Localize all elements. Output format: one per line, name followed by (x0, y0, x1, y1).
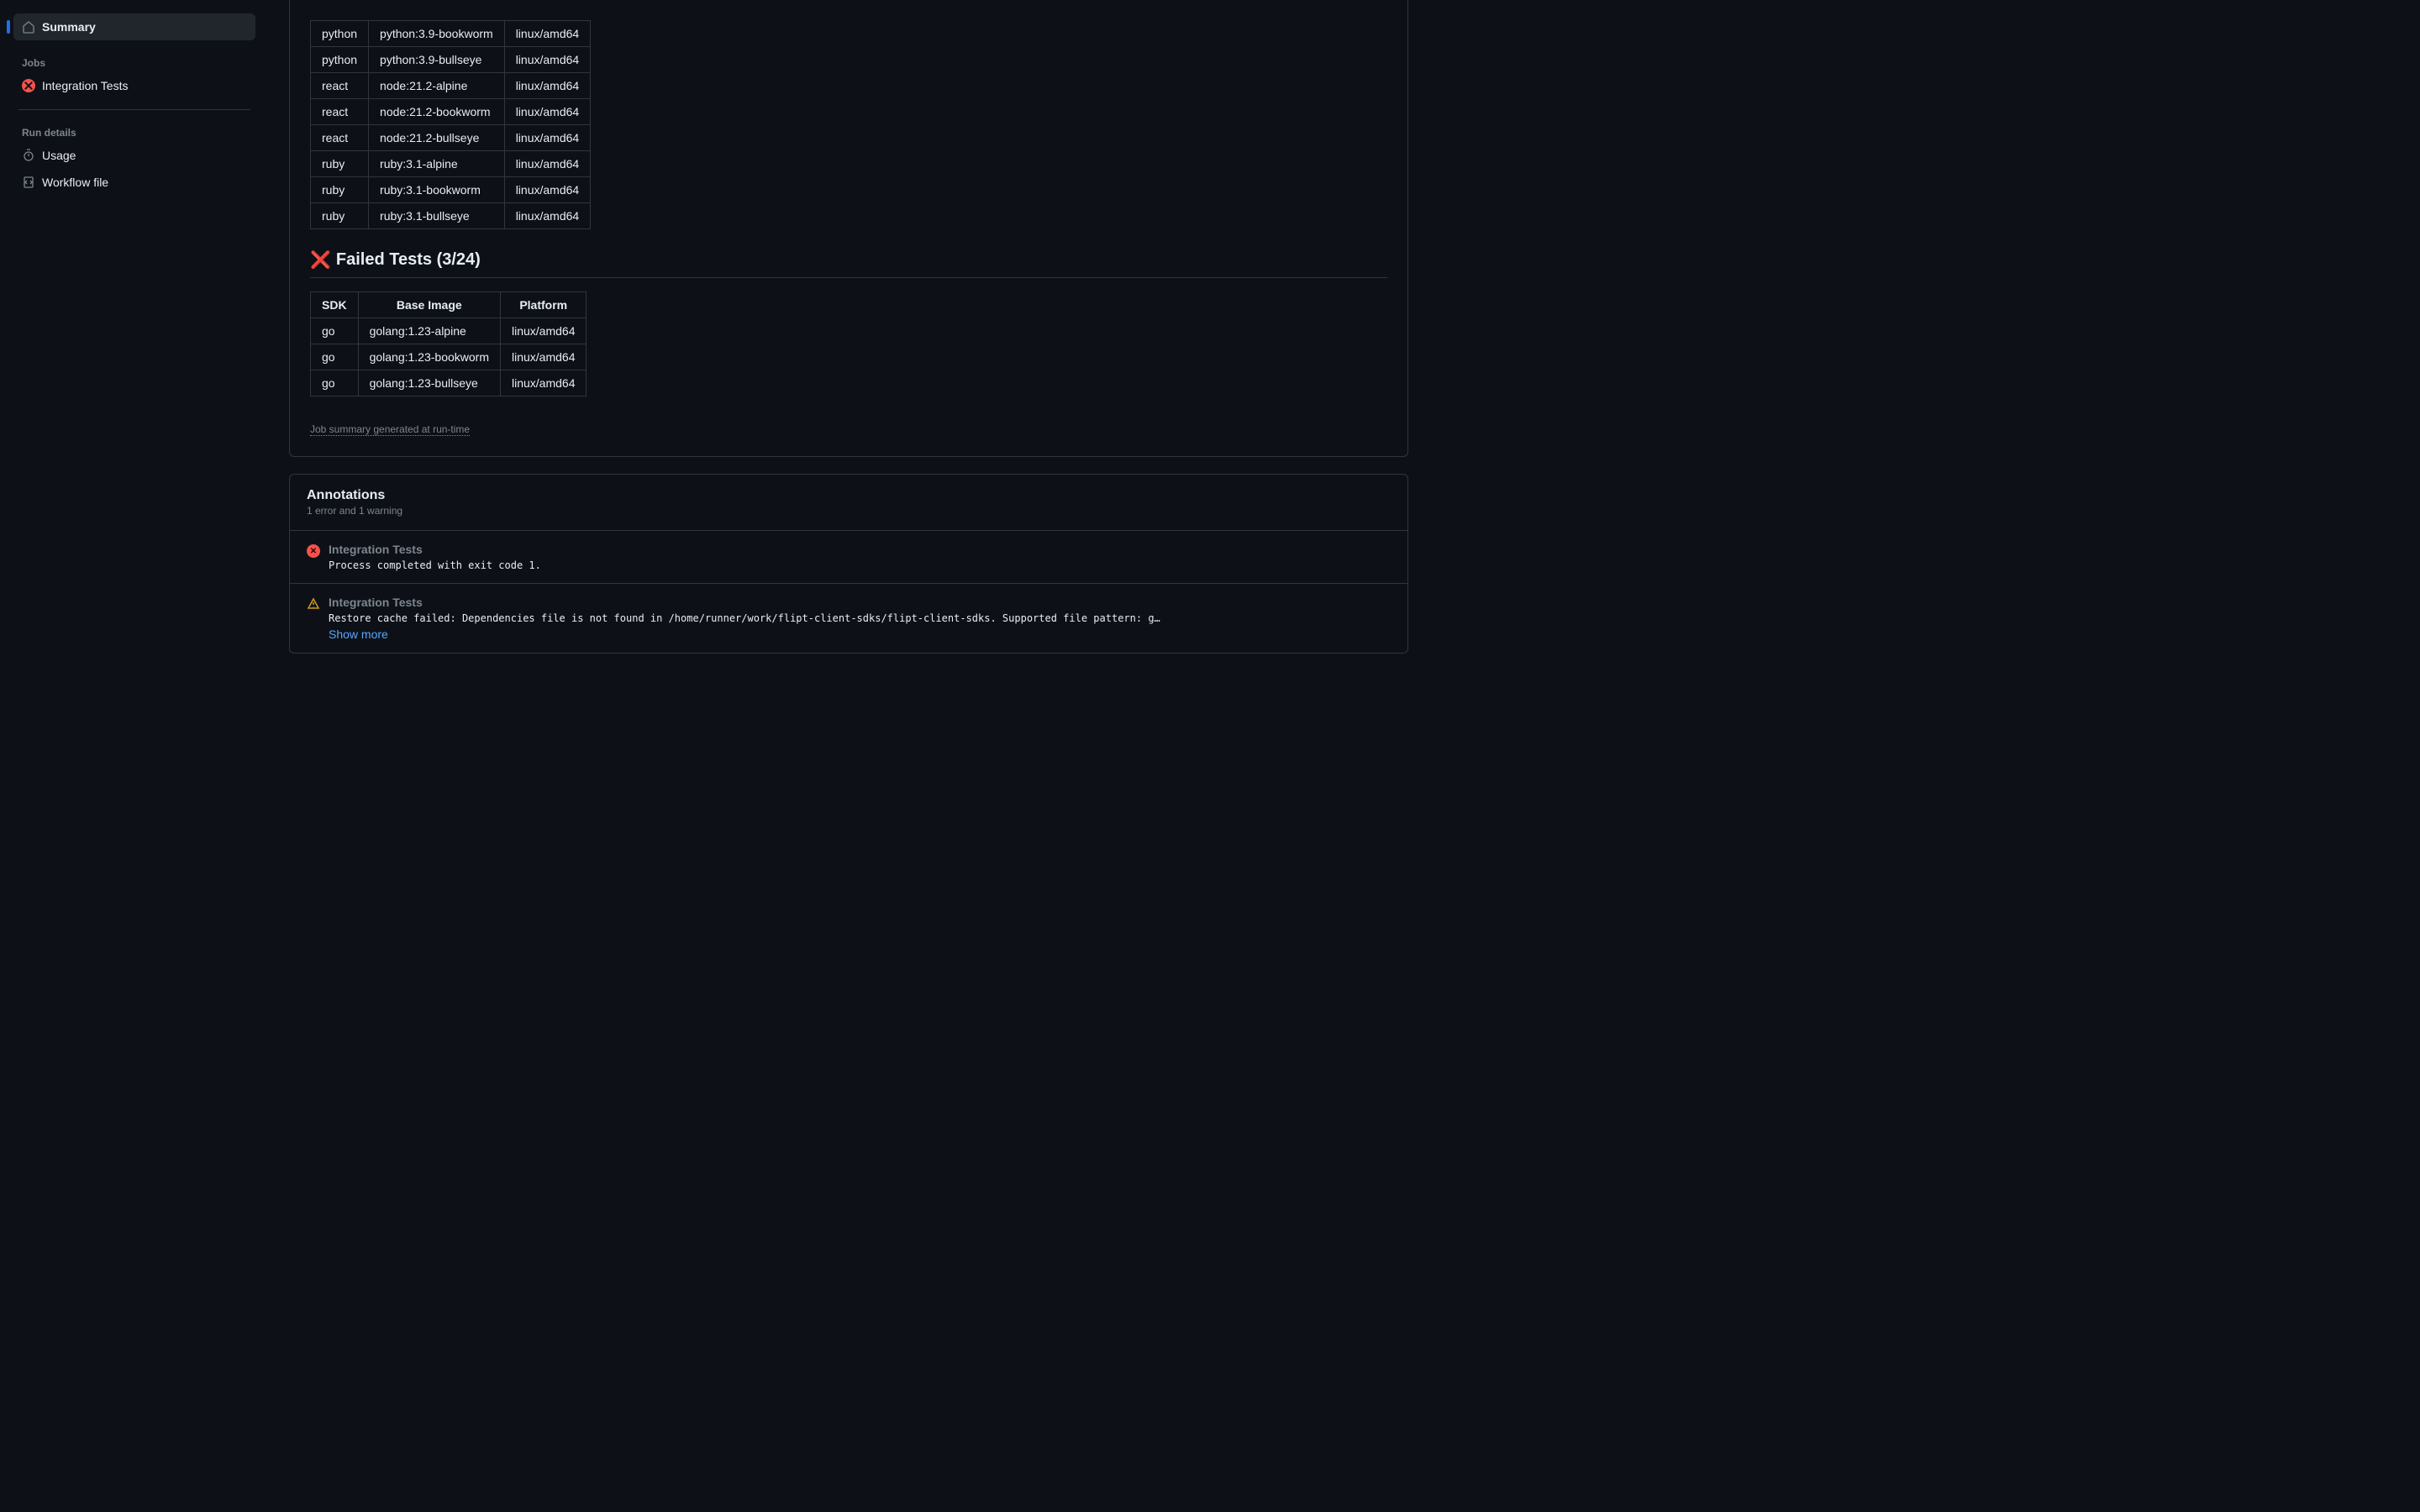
table-cell: ruby:3.1-alpine (369, 151, 505, 177)
table-row: rubyruby:3.1-bullseyelinux/amd64 (311, 203, 591, 229)
show-more-link[interactable]: Show more (329, 627, 388, 641)
error-icon (307, 544, 320, 558)
main-content: pythonpython:3.9-bookwormlinux/amd64pyth… (269, 0, 1428, 1512)
table-row: pythonpython:3.9-bullseyelinux/amd64 (311, 47, 591, 73)
annotation-item[interactable]: Integration Tests Process completed with … (290, 531, 1407, 583)
table-row: rubyruby:3.1-alpinelinux/amd64 (311, 151, 591, 177)
table-cell: react (311, 73, 369, 99)
table-header: Platform (500, 292, 587, 318)
workflow-file-icon (22, 176, 35, 189)
job-summary-footnote[interactable]: Job summary generated at run-time (310, 423, 470, 436)
failed-tests-heading: ❌ Failed Tests (3/24) (310, 249, 1387, 278)
sidebar-item-summary[interactable]: Summary (13, 13, 255, 40)
table-cell: golang:1.23-bookworm (358, 344, 500, 370)
table-cell: linux/amd64 (504, 73, 591, 99)
cross-mark-icon: ❌ (310, 249, 331, 270)
sidebar-item-label: Integration Tests (42, 79, 128, 92)
table-cell: linux/amd64 (504, 21, 591, 47)
sidebar-section-jobs: Jobs (13, 50, 255, 72)
annotation-item[interactable]: Integration Tests Restore cache failed: D… (290, 583, 1407, 653)
table-cell: golang:1.23-alpine (358, 318, 500, 344)
table-cell: linux/amd64 (504, 99, 591, 125)
table-cell: go (311, 318, 359, 344)
failed-tests-table: SDKBase ImagePlatform gogolang:1.23-alpi… (310, 291, 587, 396)
table-cell: golang:1.23-bullseye (358, 370, 500, 396)
sidebar-item-usage[interactable]: Usage (13, 142, 255, 169)
table-cell: python (311, 47, 369, 73)
summary-panel: pythonpython:3.9-bookwormlinux/amd64pyth… (289, 0, 1408, 457)
table-cell: go (311, 344, 359, 370)
sidebar-section-run-details: Run details (13, 120, 255, 142)
table-cell: linux/amd64 (504, 203, 591, 229)
table-cell: ruby (311, 177, 369, 203)
annotations-panel: Annotations 1 error and 1 warning Integr… (289, 474, 1408, 654)
table-cell: ruby (311, 151, 369, 177)
table-cell: python:3.9-bookworm (369, 21, 505, 47)
table-cell: react (311, 99, 369, 125)
table-header: SDK (311, 292, 359, 318)
table-row: gogolang:1.23-bookwormlinux/amd64 (311, 344, 587, 370)
annotation-body: Integration Tests Process completed with … (329, 543, 1391, 571)
table-cell: python:3.9-bullseye (369, 47, 505, 73)
stopwatch-icon (22, 149, 35, 162)
table-row: reactnode:21.2-alpinelinux/amd64 (311, 73, 591, 99)
warning-icon (307, 597, 320, 611)
sidebar-item-label: Usage (42, 149, 76, 162)
table-row: rubyruby:3.1-bookwormlinux/amd64 (311, 177, 591, 203)
table-cell: node:21.2-bookworm (369, 99, 505, 125)
table-cell: node:21.2-alpine (369, 73, 505, 99)
table-header: Base Image (358, 292, 500, 318)
table-cell: linux/amd64 (504, 47, 591, 73)
table-cell: ruby:3.1-bullseye (369, 203, 505, 229)
passing-tests-table: pythonpython:3.9-bookwormlinux/amd64pyth… (310, 20, 591, 229)
annotations-title: Annotations (307, 488, 1391, 503)
annotation-title: Integration Tests (329, 596, 1391, 609)
sidebar-item-job-integration-tests[interactable]: Integration Tests (13, 72, 255, 99)
annotation-title: Integration Tests (329, 543, 1391, 556)
table-cell: linux/amd64 (504, 151, 591, 177)
table-row: gogolang:1.23-alpinelinux/amd64 (311, 318, 587, 344)
sidebar-item-label: Workflow file (42, 176, 108, 189)
error-icon (22, 79, 35, 92)
home-icon (22, 20, 35, 34)
table-cell: linux/amd64 (504, 125, 591, 151)
sidebar-item-workflow-file[interactable]: Workflow file (13, 169, 255, 196)
table-cell: python (311, 21, 369, 47)
table-row: reactnode:21.2-bullseyelinux/amd64 (311, 125, 591, 151)
table-cell: ruby (311, 203, 369, 229)
sidebar: Summary Jobs Integration Tests Run detai… (0, 0, 269, 1512)
annotations-subtitle: 1 error and 1 warning (307, 505, 1391, 517)
annotation-message: Process completed with exit code 1. (329, 559, 1391, 571)
annotation-body: Integration Tests Restore cache failed: D… (329, 596, 1391, 641)
annotations-header: Annotations 1 error and 1 warning (290, 475, 1407, 531)
table-cell: linux/amd64 (500, 318, 587, 344)
table-cell: linux/amd64 (500, 370, 587, 396)
table-cell: node:21.2-bullseye (369, 125, 505, 151)
sidebar-item-label: Summary (42, 20, 96, 34)
table-row: reactnode:21.2-bookwormlinux/amd64 (311, 99, 591, 125)
table-cell: linux/amd64 (504, 177, 591, 203)
table-cell: linux/amd64 (500, 344, 587, 370)
annotation-message: Restore cache failed: Dependencies file … (329, 612, 1391, 624)
divider (18, 109, 250, 110)
table-row: pythonpython:3.9-bookwormlinux/amd64 (311, 21, 591, 47)
table-cell: react (311, 125, 369, 151)
table-row: gogolang:1.23-bullseyelinux/amd64 (311, 370, 587, 396)
table-cell: ruby:3.1-bookworm (369, 177, 505, 203)
table-cell: go (311, 370, 359, 396)
